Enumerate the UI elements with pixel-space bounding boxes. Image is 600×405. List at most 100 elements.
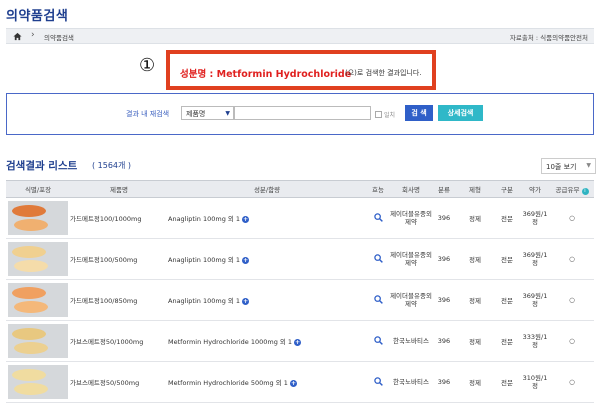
dosage-form: 정제 bbox=[456, 320, 494, 362]
page-size-select[interactable]: 10줄 보기 ▼ bbox=[541, 158, 596, 174]
class-code: 396 bbox=[432, 320, 456, 362]
search-icon[interactable] bbox=[373, 253, 383, 263]
company-name: 제이더블유중외제약 bbox=[390, 279, 432, 321]
plus-icon[interactable]: + bbox=[242, 257, 250, 264]
table-row[interactable]: 가브스메트정50/500mg Metformin Hydrochloride 50… bbox=[6, 361, 594, 403]
drug-type: 전문 bbox=[494, 320, 520, 362]
table-row[interactable]: 가드메트정100/500mg Anagliptin 100mg 외 1 + 제이더블… bbox=[6, 238, 594, 280]
drug-type: 전문 bbox=[494, 197, 520, 239]
results-table: 식별/포장 제품명 성분/함량 효능 회사명 분류 제형 구분 약가 공급유무 … bbox=[6, 180, 594, 403]
dosage-form: 정제 bbox=[456, 238, 494, 280]
plus-icon[interactable]: + bbox=[290, 380, 298, 387]
col-header-form: 제형 bbox=[456, 180, 494, 198]
search-field-select[interactable]: 제품명 ▼ bbox=[181, 106, 234, 120]
breadcrumb: › 의약품검색 자료출처 : 식품의약품안전처 bbox=[6, 28, 594, 44]
dosage-form: 정제 bbox=[456, 197, 494, 239]
drug-price: 333원/1정 bbox=[520, 320, 550, 362]
caret-down-icon: ▼ bbox=[225, 110, 230, 117]
product-name[interactable]: 가드메트정100/850mg bbox=[70, 279, 168, 321]
drug-type: 전문 bbox=[494, 279, 520, 321]
supply-status: ○ bbox=[550, 361, 594, 403]
efficacy-cell[interactable] bbox=[366, 320, 390, 362]
search-button[interactable]: 검 색 bbox=[405, 105, 433, 121]
pill-image[interactable] bbox=[8, 324, 68, 358]
home-icon[interactable] bbox=[13, 32, 22, 41]
drug-price: 369원/1정 bbox=[520, 279, 550, 321]
dosage-form: 정제 bbox=[456, 279, 494, 321]
pill-image[interactable] bbox=[8, 201, 68, 235]
drug-type: 전문 bbox=[494, 361, 520, 403]
col-header-class: 분류 bbox=[432, 180, 456, 198]
company-name: 제이더블유중외제약 bbox=[390, 238, 432, 280]
chevron-right-icon: › bbox=[31, 30, 35, 40]
class-code: 396 bbox=[432, 197, 456, 239]
plus-icon[interactable]: + bbox=[242, 298, 250, 305]
ingredient-cell: Anagliptin 100mg 외 1 + bbox=[168, 197, 366, 239]
exact-match-checkbox[interactable] bbox=[375, 111, 382, 118]
search-term-suffix: (으)로 검색한 결과입니다. bbox=[345, 69, 422, 77]
class-code: 396 bbox=[432, 238, 456, 280]
page-title: 의약품검색 bbox=[6, 9, 69, 24]
pill-image-cell[interactable] bbox=[6, 197, 70, 239]
search-icon[interactable] bbox=[373, 294, 383, 304]
efficacy-cell[interactable] bbox=[366, 197, 390, 239]
info-icon[interactable]: i bbox=[581, 187, 589, 195]
exact-match-label: 일치 bbox=[384, 112, 396, 119]
drug-price: 369원/1정 bbox=[520, 238, 550, 280]
result-list-title: 검색결과 리스트 bbox=[6, 160, 78, 172]
supply-status: ○ bbox=[550, 238, 594, 280]
col-header-supply: 공급유무 i bbox=[550, 180, 594, 198]
detail-search-button[interactable]: 상세검색 bbox=[438, 105, 483, 121]
breadcrumb-item[interactable]: 의약품검색 bbox=[44, 32, 74, 42]
supply-status: ○ bbox=[550, 279, 594, 321]
result-count: ( 1564개 ) bbox=[92, 161, 132, 170]
table-row[interactable]: 가드메트정100/850mg Anagliptin 100mg 외 1 + 제이더블… bbox=[6, 279, 594, 321]
table-row[interactable]: 가브스메트정50/1000mg Metformin Hydrochloride 1… bbox=[6, 320, 594, 362]
plus-icon[interactable]: + bbox=[294, 339, 302, 346]
search-term-callout: 성분명 : Metformin Hydrochloride (으)로 검색한 결… bbox=[166, 50, 436, 90]
efficacy-cell[interactable] bbox=[366, 238, 390, 280]
product-name[interactable]: 가브스메트정50/1000mg bbox=[70, 320, 168, 362]
pill-image[interactable] bbox=[8, 283, 68, 317]
pill-image-cell[interactable] bbox=[6, 361, 70, 403]
product-name[interactable]: 가드메트정100/500mg bbox=[70, 238, 168, 280]
refine-search-input[interactable] bbox=[234, 106, 371, 120]
product-name[interactable]: 가드메트정100/1000mg bbox=[70, 197, 168, 239]
plus-icon[interactable]: + bbox=[242, 216, 250, 223]
class-code: 396 bbox=[432, 361, 456, 403]
product-name[interactable]: 가브스메트정50/500mg bbox=[70, 361, 168, 403]
pill-image[interactable] bbox=[8, 365, 68, 399]
table-row[interactable]: 가드메트정100/1000mg Anagliptin 100mg 외 1 + 제이더… bbox=[6, 197, 594, 239]
ingredient-cell: Metformin Hydrochloride 500mg 외 1 + bbox=[168, 361, 366, 403]
col-header-product-name: 제품명 bbox=[70, 180, 168, 198]
search-term: 성분명 : Metformin Hydrochloride bbox=[180, 69, 352, 80]
supply-status: ○ bbox=[550, 320, 594, 362]
ingredient-cell: Anagliptin 100mg 외 1 + bbox=[168, 238, 366, 280]
search-icon[interactable] bbox=[373, 335, 383, 345]
company-name: 제이더블유중외제약 bbox=[390, 197, 432, 239]
dosage-form: 정제 bbox=[456, 361, 494, 403]
company-name: 한국노바티스 bbox=[390, 320, 432, 362]
col-header-identification: 식별/포장 bbox=[6, 180, 70, 198]
efficacy-cell[interactable] bbox=[366, 361, 390, 403]
pill-image-cell[interactable] bbox=[6, 320, 70, 362]
drug-price: 310원/1정 bbox=[520, 361, 550, 403]
col-header-efficacy: 효능 bbox=[366, 180, 390, 198]
caret-down-icon: ▼ bbox=[586, 162, 591, 169]
efficacy-cell[interactable] bbox=[366, 279, 390, 321]
search-icon[interactable] bbox=[373, 212, 383, 222]
col-header-ingredient: 성분/함량 bbox=[168, 180, 366, 198]
refine-search-label: 결과 내 재검색 bbox=[126, 110, 170, 118]
callout-number: ① bbox=[139, 55, 156, 76]
search-icon[interactable] bbox=[373, 376, 383, 386]
drug-type: 전문 bbox=[494, 238, 520, 280]
col-header-company: 회사명 bbox=[390, 180, 432, 198]
ingredient-cell: Metformin Hydrochloride 1000mg 외 1 + bbox=[168, 320, 366, 362]
col-header-price: 약가 bbox=[520, 180, 550, 198]
pill-image-cell[interactable] bbox=[6, 238, 70, 280]
class-code: 396 bbox=[432, 279, 456, 321]
drug-price: 369원/1정 bbox=[520, 197, 550, 239]
pill-image-cell[interactable] bbox=[6, 279, 70, 321]
pill-image[interactable] bbox=[8, 242, 68, 276]
company-name: 한국노바티스 bbox=[390, 361, 432, 403]
